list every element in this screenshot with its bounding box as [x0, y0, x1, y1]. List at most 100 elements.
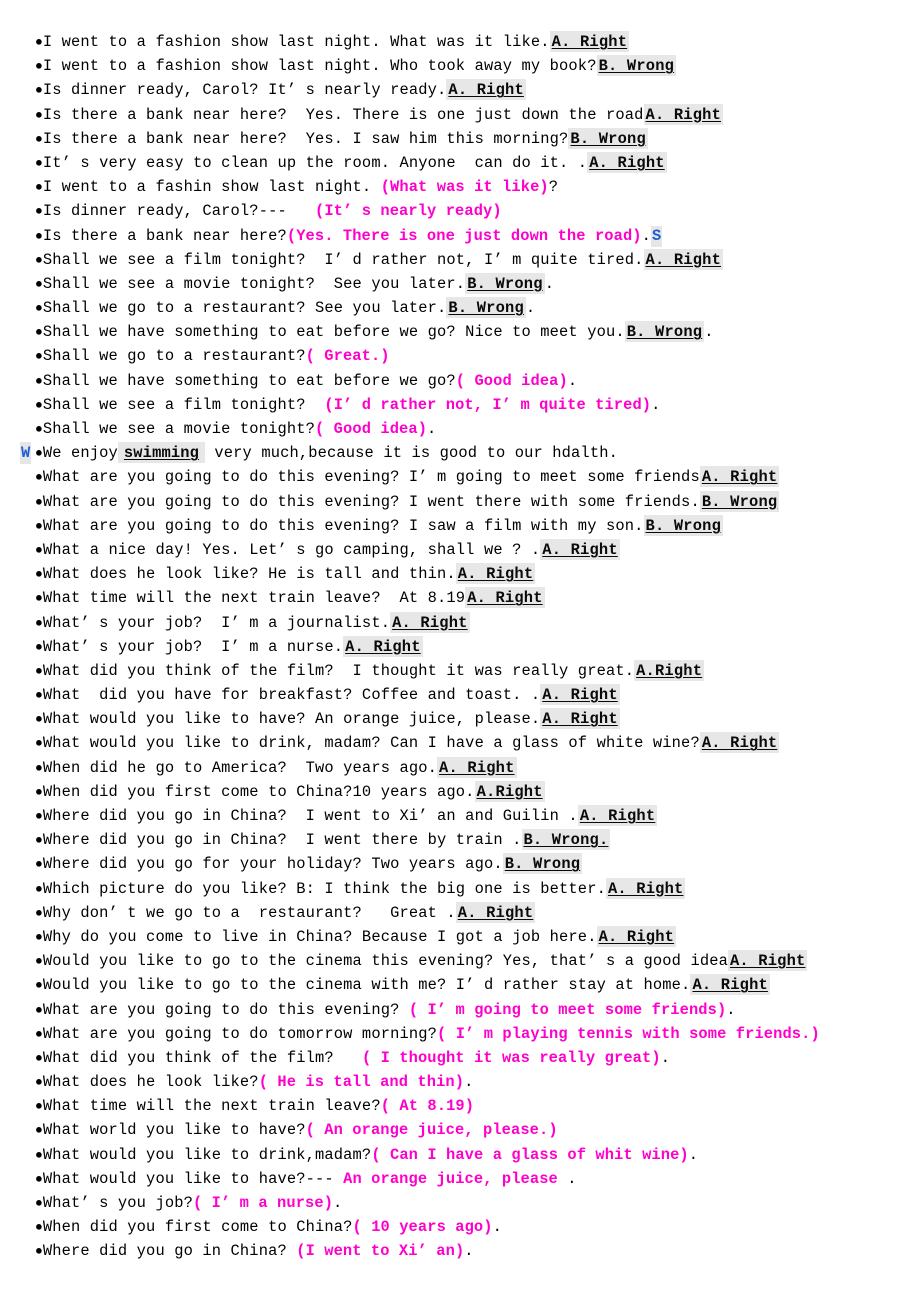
- answer-choice-chip[interactable]: A. Right: [643, 103, 724, 125]
- magenta-answer-text: ( At 8.19): [380, 1097, 475, 1116]
- answer-choice-chip[interactable]: A. Right: [577, 805, 658, 826]
- practice-line: ●Shall we see a film tonight? I’ d rathe…: [0, 248, 920, 272]
- answer-choice-chip[interactable]: B. Wrong: [643, 514, 724, 536]
- trailing-text: .: [544, 274, 555, 293]
- answer-choice-chip[interactable]: A. Right: [540, 538, 620, 560]
- question-text: Shall we see a movie tonight? See you la…: [42, 274, 466, 293]
- practice-line: ●Shall we go to a restaurant? See you la…: [0, 296, 920, 320]
- practice-line: ●Shall we see a movie tonight?( Good ide…: [0, 417, 920, 441]
- question-text: Shall we see a movie tonight?: [42, 420, 316, 438]
- answer-choice-chip[interactable]: A. Right: [465, 587, 545, 609]
- question-text: Is there a bank near here?: [42, 226, 287, 245]
- answer-choice-chip[interactable]: A. Right: [690, 974, 770, 996]
- practice-line: ●What are you going to do this evening? …: [0, 514, 920, 538]
- answer-choice-chip[interactable]: A. Right: [540, 708, 620, 730]
- answer-choice-chip[interactable]: B. Wrong: [568, 127, 648, 149]
- bullet-icon: ●: [35, 1219, 43, 1235]
- question-text: Where did you go in China?: [42, 1242, 297, 1261]
- bullet-icon: ●: [35, 1026, 43, 1042]
- question-text: Is dinner ready, Carol? It’ s nearly rea…: [42, 81, 447, 100]
- bullet-icon: ●: [35, 832, 43, 848]
- bullet-icon: ●: [35, 615, 43, 630]
- question-text: What a nice day! Yes. Let’ s go camping,…: [42, 540, 541, 559]
- bullet-icon: ●: [35, 1195, 43, 1211]
- answer-choice-chip[interactable]: A. Right: [455, 563, 536, 585]
- bullet-icon: ●: [35, 155, 43, 171]
- trailing-text: ?: [548, 178, 559, 197]
- question-text: What would you like to drink,madam?: [42, 1145, 372, 1164]
- answer-choice-chip[interactable]: A. Right: [643, 248, 724, 270]
- practice-line: ●What’ s your job? I’ m a nurse. A. Right: [0, 635, 920, 659]
- answer-choice-chip[interactable]: A. Right: [605, 877, 686, 899]
- practice-line: ●What did you think of the film? ( I tho…: [0, 1046, 920, 1070]
- answer-choice-chip[interactable]: B. Wrong: [699, 490, 780, 512]
- practice-line: ●What world you like to have?( An orange…: [0, 1118, 920, 1142]
- question-text: What are you going to do this evening? I…: [42, 516, 644, 535]
- answer-choice-chip[interactable]: A. Right: [540, 684, 620, 706]
- magenta-answer-text: ( Good idea): [315, 420, 428, 438]
- question-text: When did he go to America? Two years ago…: [42, 758, 438, 777]
- question-text: Where did you go in China? I went to Xi’…: [42, 807, 578, 825]
- answer-choice-chip[interactable]: B. Wrong: [596, 55, 677, 77]
- practice-line: ●Is there a bank near here? Yes. I saw h…: [0, 127, 920, 151]
- question-text: What are you going to do this evening?: [42, 1000, 409, 1019]
- bullet-icon: ●: [35, 590, 43, 606]
- bullet-icon: ●: [35, 784, 43, 800]
- question-text: Shall we have something to eat before we…: [42, 323, 625, 342]
- question-text: What did you think of the film? I though…: [42, 661, 635, 680]
- answer-choice-chip[interactable]: B. Wrong: [465, 272, 545, 294]
- trailing-text: .: [641, 226, 652, 245]
- bullet-icon: ●: [35, 373, 43, 389]
- practice-line: ●Would you like to go to the cinema this…: [0, 949, 920, 973]
- bullet-icon: ●: [35, 1147, 43, 1163]
- magenta-answer-text: ( Great.): [305, 347, 390, 366]
- practice-line: W ●We enjoy swimming very much,because it …: [0, 441, 920, 465]
- question-text: Would you like to go to the cinema with …: [42, 976, 691, 995]
- practice-line: ●Is dinner ready, Carol? It’ s nearly re…: [0, 78, 920, 102]
- question-text: Shall we see a film tonight? I’ d rather…: [42, 250, 644, 269]
- question-text: We enjoy: [42, 444, 118, 463]
- trailing-text: .: [660, 1048, 671, 1067]
- question-text: I went to a fashin show last night.: [42, 178, 381, 197]
- answer-choice-chip[interactable]: A. Right: [587, 151, 667, 173]
- bullet-icon: ●: [35, 58, 43, 74]
- answer-choice-chip[interactable]: A. Right: [549, 31, 630, 52]
- magenta-answer-text: ( He is tall and thin): [258, 1073, 465, 1092]
- answer-choice-chip[interactable]: A. Right: [343, 635, 423, 657]
- answer-choice-chip[interactable]: A. Right: [455, 901, 536, 923]
- question-text: Why do you come to live in China? Becaus…: [42, 927, 597, 946]
- trailing-text: .: [704, 323, 714, 342]
- answer-choice-chip[interactable]: B. Wrong: [446, 297, 526, 319]
- answer-choice-chip[interactable]: A.Right: [634, 659, 705, 681]
- answer-choice-chip[interactable]: B. Wrong.: [521, 829, 611, 851]
- answer-choice-chip[interactable]: A. Right: [446, 79, 526, 101]
- answer-choice-chip[interactable]: B. Wrong: [624, 321, 705, 343]
- answer-choice-chip[interactable]: A. Right: [699, 466, 780, 488]
- bullet-icon: ●: [35, 324, 43, 340]
- bullet-icon: ●: [35, 445, 43, 461]
- bullet-icon: ●: [35, 1050, 43, 1066]
- answer-choice-chip[interactable]: A. Right: [390, 611, 470, 633]
- inline-marker-letter: S: [651, 225, 663, 247]
- magenta-answer-text: ( 10 years ago): [352, 1218, 493, 1237]
- answer-choice-chip[interactable]: B. Wrong: [502, 853, 583, 875]
- magenta-answer-text: (I’ d rather not, I’ m quite tired): [324, 395, 652, 414]
- fill-in-blank-answer[interactable]: swimming: [117, 442, 205, 464]
- practice-line: ●Where did you go in China? I went to Xi…: [0, 804, 920, 828]
- answer-choice-chip[interactable]: A.Right: [474, 780, 545, 802]
- answer-choice-chip[interactable]: A. Right: [596, 925, 677, 947]
- bullet-icon: ●: [35, 203, 43, 219]
- question-text: What time will the next train leave? At …: [42, 589, 466, 608]
- practice-line: ●Where did you go for your holiday? Two …: [0, 852, 920, 876]
- bullet-icon: ●: [35, 1243, 43, 1259]
- question-text: It’ s very easy to clean up the room. An…: [42, 153, 588, 172]
- answer-choice-chip[interactable]: A. Right: [437, 756, 517, 778]
- bullet-icon: ●: [35, 494, 43, 510]
- question-text: What are you going to do this evening? I…: [42, 468, 700, 487]
- question-text: Shall we go to a restaurant? See you lat…: [42, 299, 447, 318]
- answer-choice-chip[interactable]: A. Right: [699, 732, 780, 754]
- question-text: What time will the next train leave?: [42, 1097, 381, 1116]
- bullet-icon: ●: [35, 953, 43, 969]
- question-text: What are you going to do this evening? I…: [42, 492, 700, 511]
- answer-choice-chip[interactable]: A. Right: [727, 950, 808, 972]
